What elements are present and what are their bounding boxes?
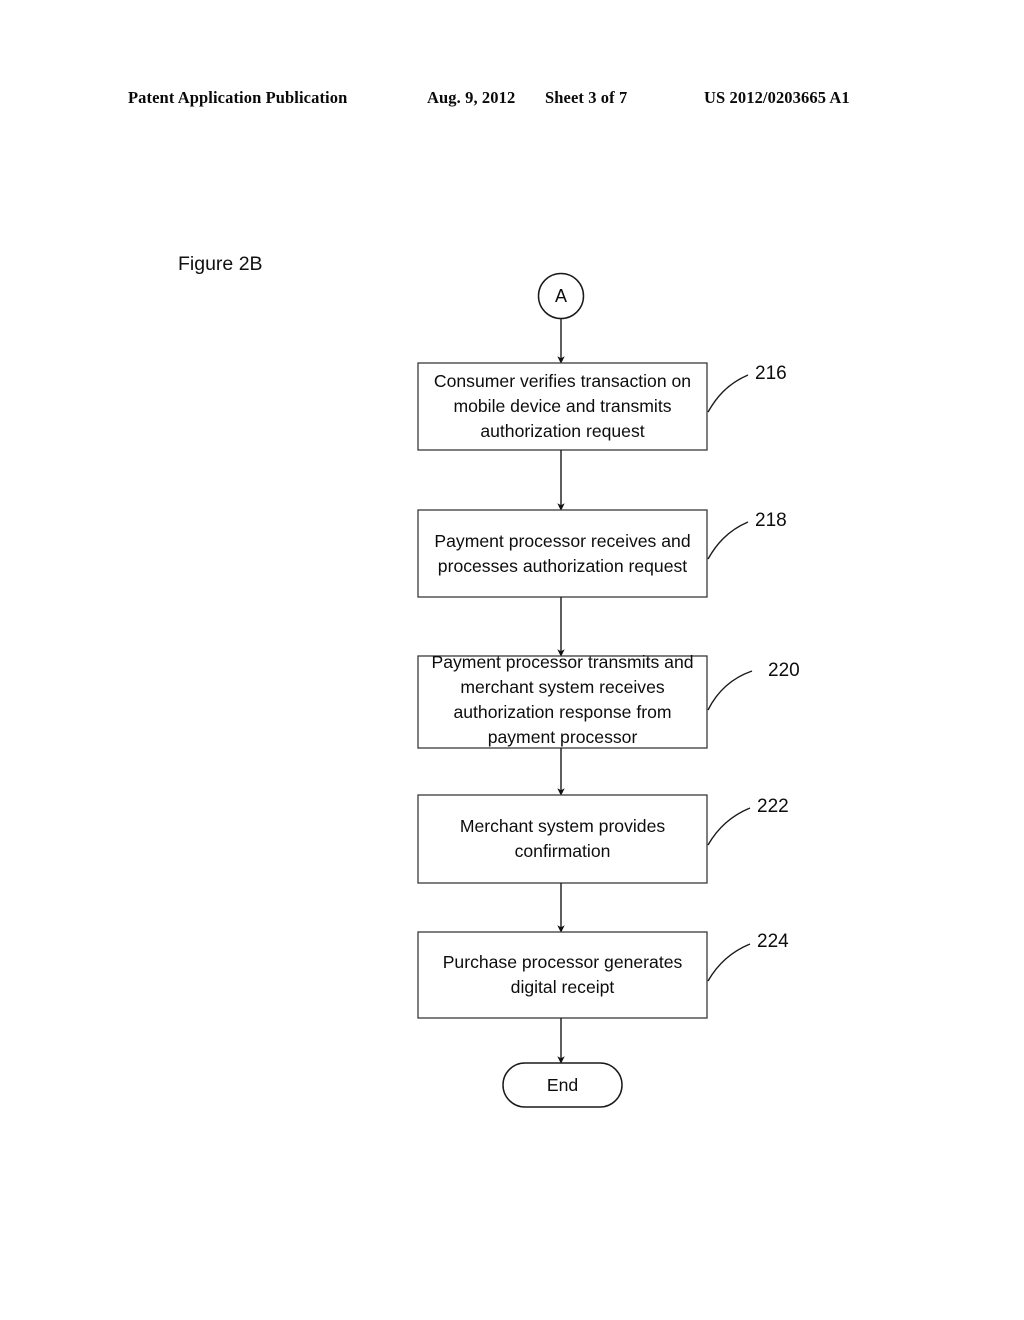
connector-a-text: A [554,285,567,306]
terminal-end-label: End [503,1063,622,1107]
leader-line-222 [707,807,751,846]
reference-number-222: 222 [757,796,789,817]
reference-number-216: 216 [755,363,787,384]
leader-line-224 [707,943,751,982]
reference-number-218: 218 [755,510,787,531]
terminal-end-text: End [546,1074,579,1095]
patent-figure-page: Patent Application Publication Aug. 9, 2… [0,0,1024,1320]
reference-number-220: 220 [768,660,800,681]
process-box-222-label: Merchant system provides confirmation [418,795,707,883]
process-box-216-text: Consumer verifies transaction on mobile … [433,371,692,441]
process-box-220-text: Payment processor transmits and merchant… [431,652,694,747]
process-box-218-text: Payment processor receives and processes… [434,530,691,576]
process-box-224-text: Purchase processor generates digital rec… [442,952,683,997]
process-box-216-label: Consumer verifies transaction on mobile … [418,363,707,450]
leader-line-218 [707,521,749,560]
process-box-218-label: Payment processor receives and processes… [418,510,707,597]
leader-line-220 [707,670,753,711]
leader-line-216 [707,374,749,413]
process-box-222-text: Merchant system provides confirmation [459,816,666,861]
process-box-220-label: Payment processor transmits and merchant… [418,652,707,747]
connector-label-a: A [539,274,583,318]
process-box-224-label: Purchase processor generates digital rec… [418,932,707,1018]
reference-number-224: 224 [757,931,789,952]
